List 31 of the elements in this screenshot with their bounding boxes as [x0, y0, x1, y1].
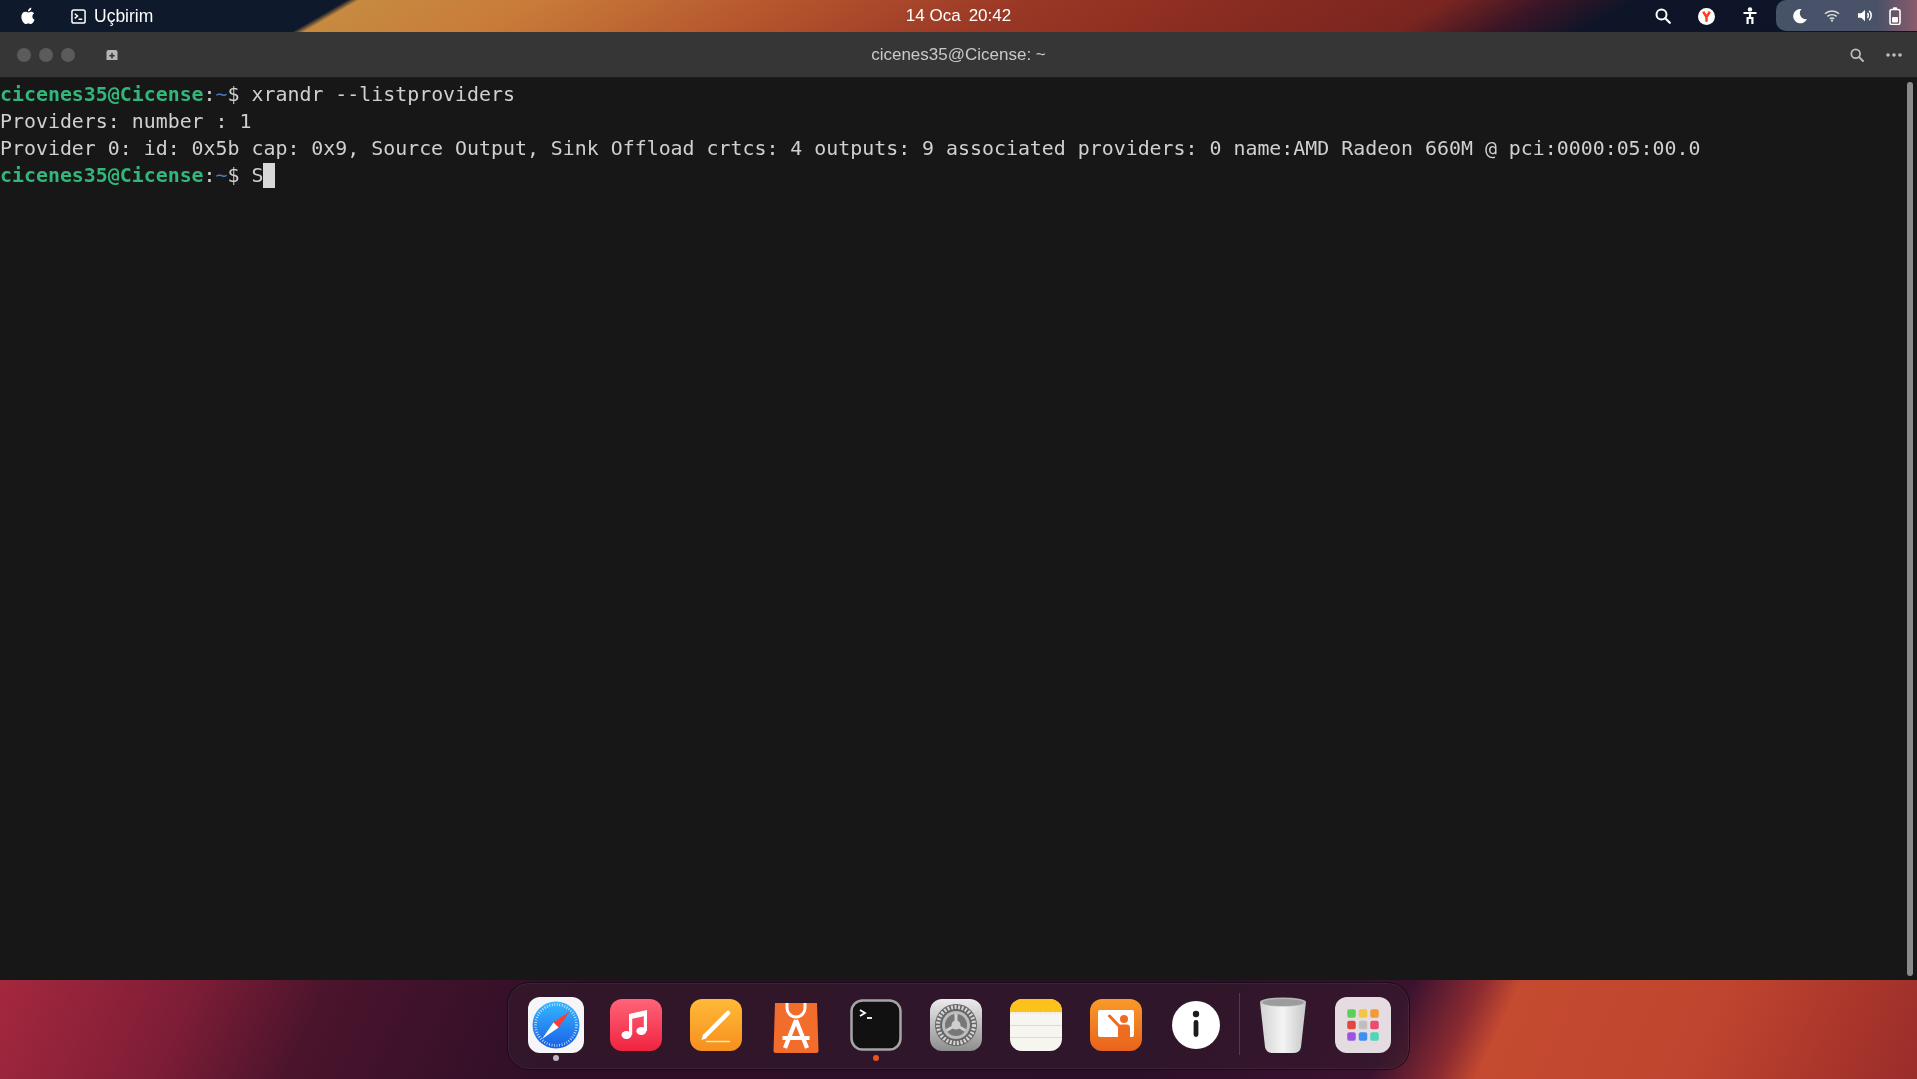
- volume-icon: [1856, 8, 1873, 23]
- gear-icon[interactable]: [930, 999, 982, 1051]
- scrollbar-thumb[interactable]: [1907, 82, 1913, 976]
- terminal-icon: [71, 8, 86, 24]
- app-grid-icon[interactable]: [1335, 997, 1391, 1053]
- moon-icon: [1791, 7, 1808, 24]
- compass-icon[interactable]: [528, 997, 584, 1053]
- y-logo-icon[interactable]: [1697, 7, 1715, 25]
- window-title: cicenes35@Cicense: ~: [871, 44, 1046, 65]
- more-options-icon[interactable]: [1886, 52, 1902, 57]
- music-note-icon[interactable]: [610, 999, 662, 1051]
- new-tab-icon[interactable]: [106, 49, 118, 60]
- app-menu-button[interactable]: Uçbirim: [65, 0, 160, 32]
- output-line: Provider 0: id: 0x5b cap: 0x9, Source Output, Sink Offload crtcs: 4 outputs: 9 associated providers: 0 name:AMD Radeon 660M @ pci:0000:05:00.0: [0, 136, 1701, 162]
- battery-icon: [1889, 6, 1901, 25]
- terminal-icon[interactable]: [850, 999, 902, 1051]
- system-status-button[interactable]: [1775, 0, 1917, 31]
- notepad-icon[interactable]: [1010, 999, 1062, 1051]
- apple-icon[interactable]: [20, 7, 35, 25]
- clock-button[interactable]: 14 Oca 20:42: [899, 0, 1018, 32]
- accessibility-icon[interactable]: [1741, 7, 1758, 25]
- info-icon[interactable]: [1172, 1001, 1220, 1049]
- search-icon[interactable]: [1850, 47, 1864, 62]
- trash-icon[interactable]: [1259, 997, 1307, 1053]
- prompt-line: cicenes35@Cicense:~$ S: [0, 163, 264, 189]
- output-line: Providers: number : 1: [0, 109, 252, 135]
- search-icon[interactable]: [1654, 8, 1671, 24]
- wifi-icon: [1824, 9, 1840, 22]
- pen-icon[interactable]: [690, 999, 742, 1051]
- presentation-icon[interactable]: [1090, 999, 1142, 1051]
- prompt-line: cicenes35@Cicense:~$ xrandr --listproviders: [0, 82, 515, 108]
